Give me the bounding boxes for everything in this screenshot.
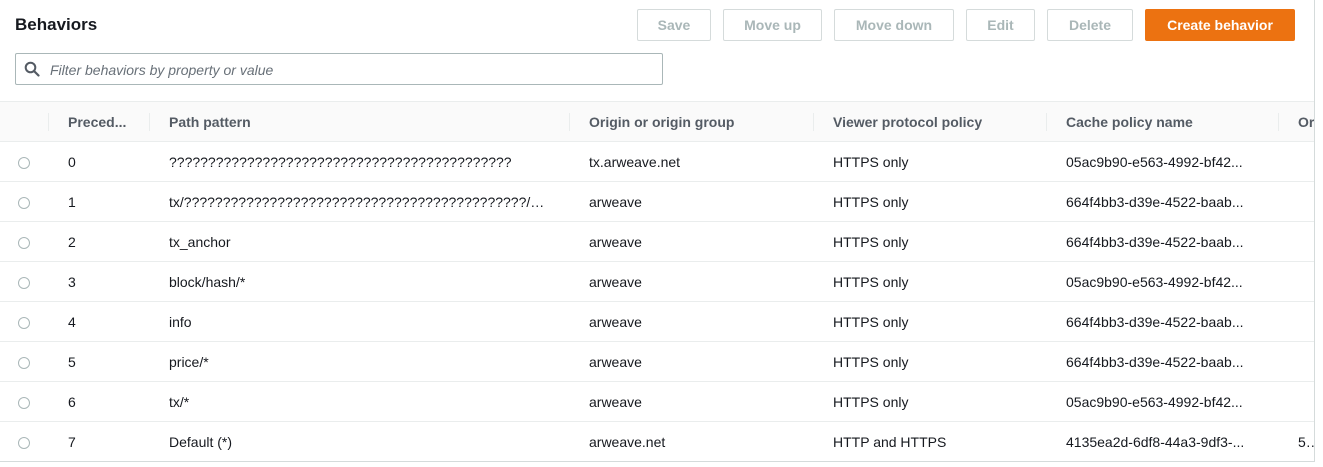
cell-path-pattern: Default (*) <box>149 421 569 461</box>
cell-cache-policy: 05ac9b90-e563-4992-bf42... <box>1046 141 1278 182</box>
cell-origin-request-policy <box>1278 261 1314 302</box>
cell-origin-request-policy <box>1278 181 1314 222</box>
cell-path-pattern: tx/* <box>149 381 569 422</box>
column-header-origin-request-policy[interactable]: Or <box>1278 101 1314 142</box>
row-radio-button[interactable] <box>18 356 30 369</box>
table-row[interactable]: 6 tx/* arweave HTTPS only 05ac9b90-e563-… <box>0 381 1314 422</box>
select-column-header <box>0 101 48 142</box>
cell-viewer-protocol: HTTPS only <box>813 381 1046 422</box>
move-up-button[interactable]: Move up <box>723 9 822 41</box>
cell-origin: arweave <box>569 341 813 382</box>
cell-origin-request-policy <box>1278 221 1314 262</box>
cell-origin-request-policy <box>1278 141 1314 182</box>
behaviors-table: Preced... Path pattern Origin or origin … <box>0 101 1314 461</box>
column-header-viewer-protocol[interactable]: Viewer protocol policy <box>813 101 1046 142</box>
cell-cache-policy: 664f4bb3-d39e-4522-baab... <box>1046 181 1278 222</box>
panel-title: Behaviors <box>15 15 98 34</box>
cell-precedence: 5 <box>48 341 149 382</box>
cell-path-pattern: info <box>149 301 569 342</box>
column-header-origin[interactable]: Origin or origin group <box>569 101 813 142</box>
row-radio-button[interactable] <box>18 396 30 409</box>
cell-viewer-protocol: HTTPS only <box>813 181 1046 222</box>
cell-path-pattern: block/hash/* <box>149 261 569 302</box>
cell-path-pattern: ????????????????????????????????????????… <box>149 141 569 182</box>
cell-precedence: 2 <box>48 221 149 262</box>
table-row[interactable]: 1 tx/???????????????????????????????????… <box>0 181 1314 222</box>
filter-input[interactable] <box>48 54 652 86</box>
column-header-cache-policy[interactable]: Cache policy name <box>1046 101 1278 142</box>
cell-precedence: 1 <box>48 181 149 222</box>
cell-precedence: 3 <box>48 261 149 302</box>
cell-origin: tx.arweave.net <box>569 141 813 182</box>
column-header-path-pattern[interactable]: Path pattern <box>149 101 569 142</box>
cell-viewer-protocol: HTTPS only <box>813 341 1046 382</box>
cell-cache-policy: 05ac9b90-e563-4992-bf42... <box>1046 381 1278 422</box>
cell-path-pattern: tx/?????????????????????????????????????… <box>149 181 569 222</box>
cell-viewer-protocol: HTTP and HTTPS <box>813 421 1046 461</box>
cell-origin-request-policy: 5c <box>1278 421 1314 461</box>
row-radio-button[interactable] <box>18 436 30 449</box>
table-row[interactable]: 4 info arweave HTTPS only 664f4bb3-d39e-… <box>0 301 1314 342</box>
cell-origin-request-policy <box>1278 341 1314 382</box>
table-row[interactable]: 5 price/* arweave HTTPS only 664f4bb3-d3… <box>0 341 1314 382</box>
cell-origin: arweave <box>569 181 813 222</box>
edit-button[interactable]: Edit <box>966 9 1035 41</box>
cell-cache-policy: 05ac9b90-e563-4992-bf42... <box>1046 261 1278 302</box>
filter-box[interactable] <box>15 53 663 86</box>
delete-button[interactable]: Delete <box>1047 9 1133 41</box>
row-radio-button[interactable] <box>18 276 30 289</box>
cell-origin: arweave <box>569 261 813 302</box>
table-row[interactable]: 0 ??????????????????????????????????????… <box>0 141 1314 182</box>
table-row[interactable]: 7 Default (*) arweave.net HTTP and HTTPS… <box>0 421 1314 461</box>
cell-viewer-protocol: HTTPS only <box>813 221 1046 262</box>
row-radio-button[interactable] <box>18 236 30 249</box>
row-radio-button[interactable] <box>18 196 30 209</box>
cell-viewer-protocol: HTTPS only <box>813 261 1046 302</box>
cell-viewer-protocol: HTTPS only <box>813 141 1046 182</box>
row-radio-button[interactable] <box>18 156 30 169</box>
cell-cache-policy: 664f4bb3-d39e-4522-baab... <box>1046 301 1278 342</box>
cell-viewer-protocol: HTTPS only <box>813 301 1046 342</box>
table-row[interactable]: 3 block/hash/* arweave HTTPS only 05ac9b… <box>0 261 1314 302</box>
cell-path-pattern: price/* <box>149 341 569 382</box>
cell-precedence: 0 <box>48 141 149 182</box>
table-header-row: Preced... Path pattern Origin or origin … <box>0 101 1314 142</box>
cell-precedence: 4 <box>48 301 149 342</box>
cell-cache-policy: 4135ea2d-6df8-44a3-9df3-... <box>1046 421 1278 461</box>
search-icon <box>24 61 40 77</box>
move-down-button[interactable]: Move down <box>834 9 954 41</box>
cell-origin-request-policy <box>1278 381 1314 422</box>
cell-origin: arweave <box>569 301 813 342</box>
behaviors-panel: Behaviors Save Move up Move down Edit De… <box>0 0 1315 462</box>
cell-path-pattern: tx_anchor <box>149 221 569 262</box>
cell-cache-policy: 664f4bb3-d39e-4522-baab... <box>1046 341 1278 382</box>
table-row[interactable]: 2 tx_anchor arweave HTTPS only 664f4bb3-… <box>0 221 1314 262</box>
cell-origin: arweave <box>569 381 813 422</box>
cell-origin-request-policy <box>1278 301 1314 342</box>
column-header-precedence[interactable]: Preced... <box>48 101 149 142</box>
cell-cache-policy: 664f4bb3-d39e-4522-baab... <box>1046 221 1278 262</box>
create-behavior-button[interactable]: Create behavior <box>1145 9 1295 41</box>
cell-origin: arweave <box>569 221 813 262</box>
cell-origin: arweave.net <box>569 421 813 461</box>
row-radio-button[interactable] <box>18 316 30 329</box>
cell-precedence: 7 <box>48 421 149 461</box>
cell-precedence: 6 <box>48 381 149 422</box>
save-button[interactable]: Save <box>637 9 711 41</box>
